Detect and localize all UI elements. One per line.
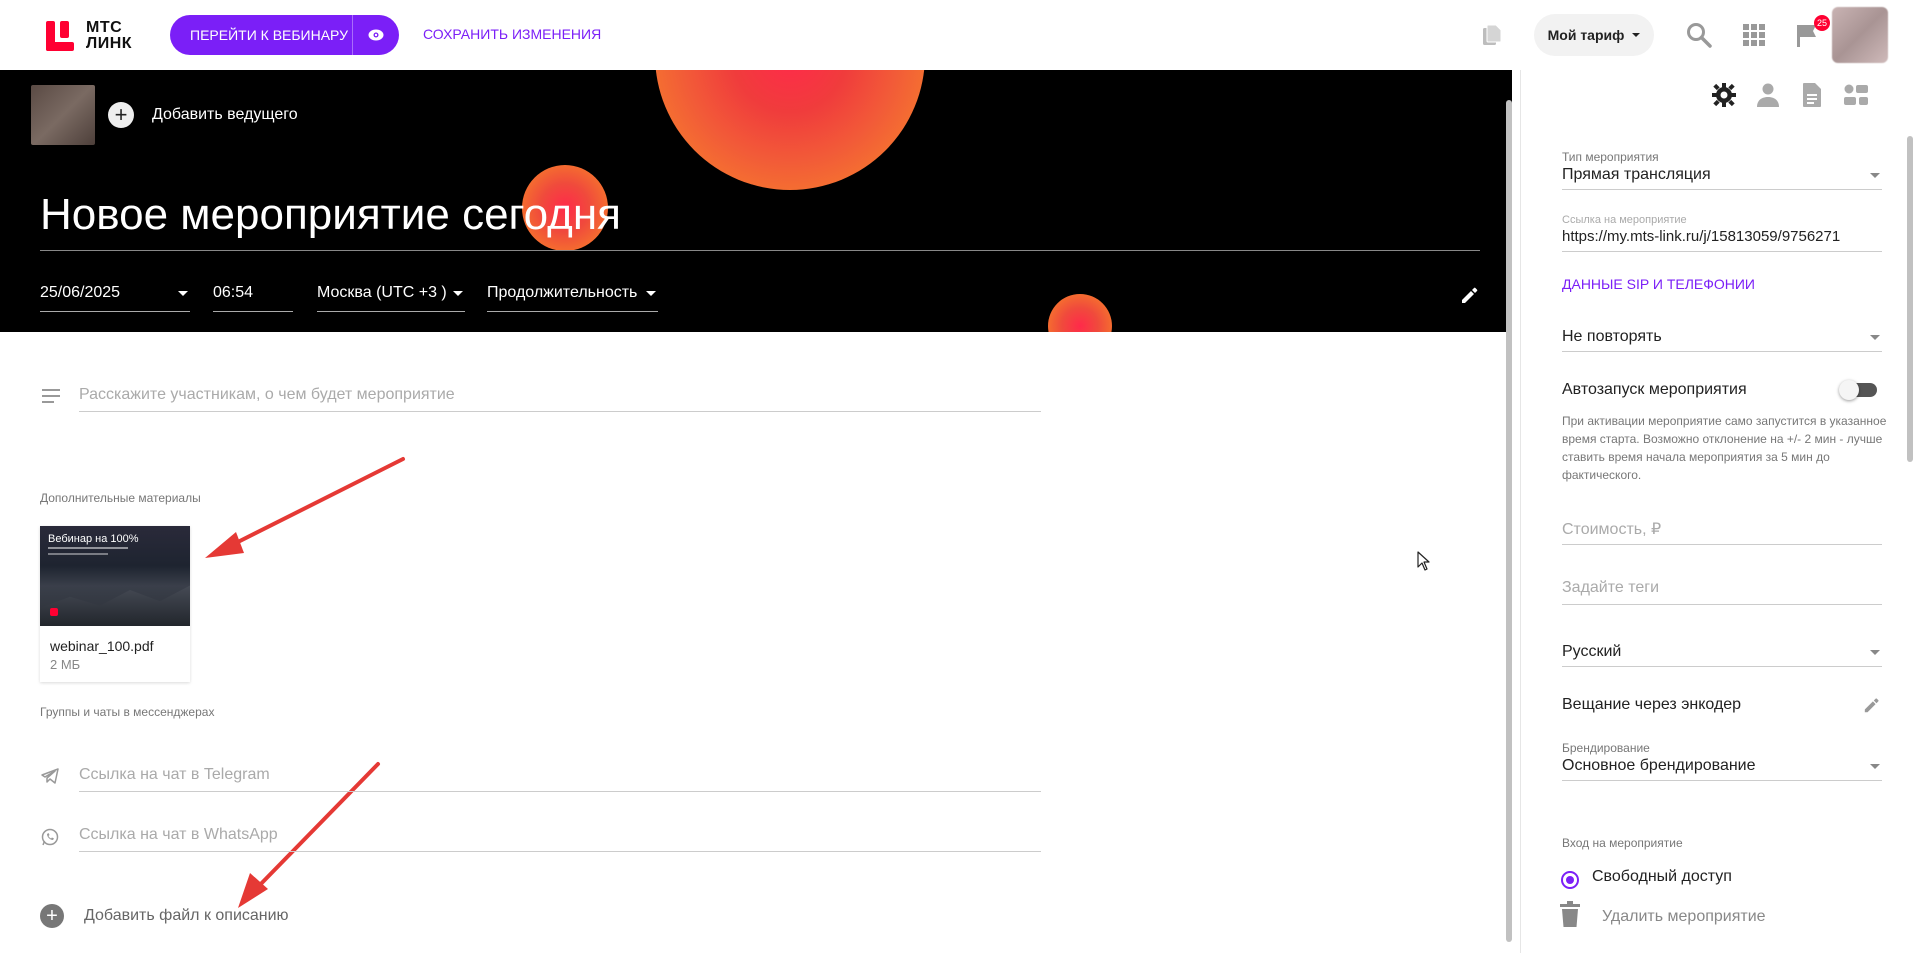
- event-link-value: https://my.mts-link.ru/j/15813059/975627…: [1562, 228, 1841, 245]
- event-title-input[interactable]: Новое мероприятие сегодня: [40, 190, 621, 240]
- repeat-select[interactable]: Не повторять: [1562, 326, 1882, 352]
- chevron-down-icon: [1870, 764, 1880, 769]
- logo-line-2: ЛИНК: [86, 35, 133, 52]
- event-type-select[interactable]: Тип мероприятия Прямая трансляция: [1562, 150, 1882, 190]
- date-value: 25/06/2025: [40, 284, 121, 301]
- person-icon[interactable]: [1755, 82, 1781, 108]
- file-name: webinar_100.pdf: [50, 638, 154, 654]
- file-thumbnail: Вебинар на 100%: [40, 526, 190, 626]
- tags-placeholder: Задайте теги: [1562, 579, 1882, 605]
- autostart-help-text: При активации мероприятие само запуститс…: [1562, 414, 1887, 482]
- add-file-button[interactable]: + Добавить файл к описанию: [40, 904, 289, 928]
- go-to-webinar-button[interactable]: ПЕРЕЙТИ К ВЕБИНАРУ: [170, 15, 399, 55]
- free-access-radio[interactable]: [1561, 871, 1579, 889]
- save-changes-button[interactable]: СОХРАНИТЬ ИЗМЕНЕНИЯ: [423, 26, 601, 42]
- language-select[interactable]: Русский: [1562, 641, 1882, 667]
- branding-select[interactable]: Брендирование Основное брендирование: [1562, 741, 1882, 781]
- date-field[interactable]: 25/06/2025: [40, 284, 190, 312]
- event-hero: + Добавить ведущего Новое мероприятие се…: [0, 70, 1512, 332]
- decor-circle-large: [655, 70, 925, 190]
- document-icon[interactable]: [1799, 82, 1825, 108]
- chevron-down-icon: [1870, 335, 1880, 340]
- price-input[interactable]: Стоимость, ₽: [1562, 519, 1882, 545]
- search-icon[interactable]: [1684, 20, 1714, 50]
- event-type-value: Прямая трансляция: [1562, 166, 1711, 183]
- chevron-down-icon: [453, 291, 463, 296]
- go-to-webinar-label: ПЕРЕЙТИ К ВЕБИНАРУ: [190, 27, 348, 43]
- add-host-label: Добавить ведущего: [152, 106, 298, 123]
- language-value: Русский: [1562, 643, 1622, 660]
- timezone-select[interactable]: Москва (UTC +3 ): [317, 284, 465, 312]
- branding-value: Основное брендирование: [1562, 757, 1756, 774]
- mts-link-logo[interactable]: МТС ЛИНК: [46, 20, 132, 52]
- logo-line-1: МТС: [86, 19, 123, 36]
- top-bar: МТС ЛИНК ПЕРЕЙТИ К ВЕБИНАРУ СОХРАНИТЬ ИЗ…: [0, 0, 1920, 70]
- file-size: 2 МБ: [50, 657, 81, 672]
- chevron-down-icon: [1870, 173, 1880, 178]
- event-type-label: Тип мероприятия: [1562, 150, 1659, 164]
- plus-icon: +: [40, 904, 64, 928]
- autostart-toggle[interactable]: [1839, 380, 1877, 400]
- free-access-label: Свободный доступ: [1592, 868, 1732, 885]
- event-link-field[interactable]: Ссылка на мероприятие https://my.mts-lin…: [1562, 214, 1882, 252]
- time-value: 06:54: [213, 284, 254, 301]
- duration-select[interactable]: Продолжительность: [487, 284, 658, 312]
- preview-eye-icon[interactable]: [353, 29, 399, 41]
- user-avatar[interactable]: [1832, 7, 1888, 63]
- description-input[interactable]: Расскажите участникам, о чем будет мероп…: [79, 386, 1041, 412]
- settings-panel: Тип мероприятия Прямая трансляция Ссылка…: [1520, 70, 1920, 953]
- text-lines-icon: [42, 389, 60, 408]
- notifications-badge: 25: [1814, 15, 1830, 31]
- arrow-head-file: [205, 532, 244, 558]
- main-scrollbar[interactable]: [1506, 100, 1512, 942]
- groups-label: Группы и чаты в мессенджерах: [40, 705, 215, 719]
- materials-label: Дополнительные материалы: [40, 491, 201, 505]
- attached-file-card[interactable]: Вебинар на 100% webinar_100.pdf 2 МБ: [40, 526, 190, 682]
- access-label: Вход на мероприятие: [1562, 836, 1683, 850]
- logo-mark-icon: [46, 21, 76, 51]
- telegram-chat-input[interactable]: Ссылка на чат в Telegram: [79, 766, 1041, 792]
- tags-input[interactable]: Задайте теги: [1562, 579, 1882, 605]
- copy-icon[interactable]: [1477, 20, 1507, 50]
- settings-gear-icon[interactable]: [1711, 82, 1737, 108]
- edit-pencil-icon[interactable]: [1460, 285, 1480, 310]
- branding-label: Брендирование: [1562, 741, 1650, 755]
- timezone-value: Москва (UTC +3 ): [317, 284, 447, 301]
- add-host-button[interactable]: + Добавить ведущего: [108, 102, 298, 128]
- delete-event-label: Удалить мероприятие: [1602, 907, 1766, 925]
- add-file-label: Добавить файл к описанию: [84, 907, 289, 924]
- file-thumbnail-title: Вебинар на 100%: [48, 533, 139, 545]
- autostart-label: Автозапуск мероприятия: [1562, 381, 1747, 398]
- time-field[interactable]: 06:54: [213, 284, 293, 312]
- arrow-head-add-file: [238, 873, 268, 908]
- whatsapp-chat-input[interactable]: Ссылка на чат в WhatsApp: [79, 826, 1041, 852]
- my-tariff-label: Мой тариф: [1547, 27, 1625, 43]
- telegram-icon: [41, 768, 59, 789]
- apps-grid-icon[interactable]: [1739, 20, 1769, 50]
- repeat-value: Не повторять: [1562, 328, 1662, 345]
- my-tariff-dropdown[interactable]: Мой тариф: [1534, 14, 1654, 56]
- sip-telephony-link[interactable]: ДАННЫЕ SIP И ТЕЛЕФОНИИ: [1562, 276, 1755, 292]
- host-avatar[interactable]: [31, 85, 95, 145]
- delete-event-button[interactable]: Удалить мероприятие: [1560, 901, 1766, 932]
- arrow-to-file: [220, 457, 405, 552]
- chevron-down-icon: [178, 291, 188, 296]
- whatsapp-icon: [41, 828, 59, 851]
- plus-icon: +: [108, 102, 134, 128]
- event-link-label: Ссылка на мероприятие: [1562, 214, 1687, 226]
- encoder-edit-pencil-icon[interactable]: [1863, 696, 1881, 719]
- panel-scrollbar[interactable]: [1907, 136, 1913, 462]
- mouse-cursor-icon: [1417, 551, 1430, 571]
- chevron-down-icon: [646, 291, 656, 296]
- duration-value: Продолжительность: [487, 284, 638, 301]
- trash-icon: [1560, 901, 1580, 932]
- layout-settings-icon[interactable]: [1843, 82, 1869, 108]
- price-placeholder: Стоимость, ₽: [1562, 519, 1882, 545]
- decor-circle-small: [1048, 294, 1112, 332]
- encoder-label: Вещание через энкодер: [1562, 696, 1742, 713]
- chevron-down-icon: [1632, 33, 1641, 37]
- chevron-down-icon: [1870, 650, 1880, 655]
